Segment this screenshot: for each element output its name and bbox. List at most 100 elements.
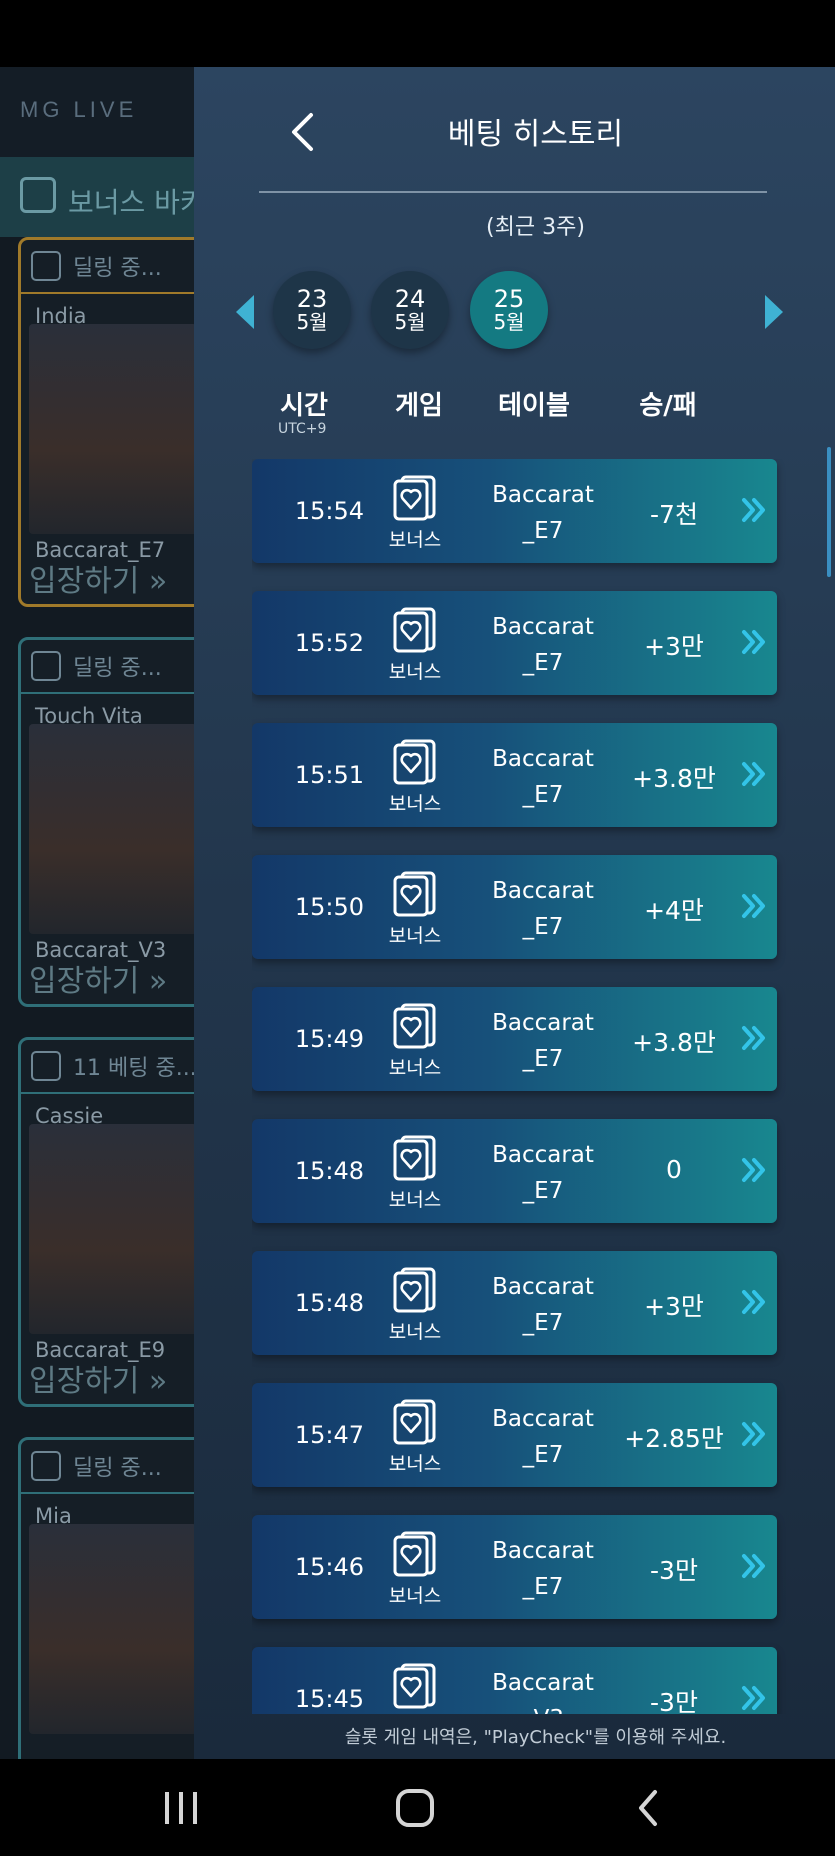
page-title: 베팅 히스토리	[447, 117, 624, 152]
row-result: -3만	[650, 1556, 698, 1585]
row-result: +2.85만	[624, 1424, 724, 1453]
date-chip[interactable]: 25 5월	[470, 271, 548, 349]
card-status-text: 딜링 중...	[73, 256, 162, 281]
row-table: Baccarat _V3	[478, 1665, 608, 1714]
home-button[interactable]	[390, 1783, 440, 1833]
history-row[interactable]: 15:51 보너스 Baccarat _E7 +3.8만	[252, 723, 777, 827]
column-headers: 시간 UTC+9 게임 테이블 승/패	[194, 385, 835, 445]
bonus-card-icon	[393, 871, 436, 917]
enter-table-button[interactable]: 입장하기 »	[29, 1356, 167, 1400]
row-table: Baccarat _E7	[478, 1533, 608, 1605]
row-table: Baccarat _E7	[478, 1005, 608, 1077]
double-chevron-right-icon	[742, 1686, 765, 1710]
card-status-text: 딜링 중...	[73, 656, 162, 681]
title-divider	[259, 191, 767, 193]
header-game: 게임	[395, 391, 443, 421]
history-row[interactable]: 15:50 보너스 Baccarat _E7 +4만	[252, 855, 777, 959]
row-time: 15:50	[294, 893, 364, 921]
system-nav-bar	[0, 1759, 835, 1856]
row-table-suffix: _V3	[478, 1701, 608, 1714]
card-status-text: 11 베팅 중...	[73, 1056, 197, 1081]
row-table-suffix: _E7	[522, 1310, 564, 1336]
dealer-name: Cassie	[35, 1104, 104, 1128]
row-table-suffix: _E7	[522, 1442, 564, 1468]
date-day: 25	[493, 284, 525, 313]
row-table-suffix: _E7	[522, 914, 564, 940]
row-game: 보너스	[388, 925, 442, 947]
row-table-name: Baccarat	[492, 1010, 594, 1036]
double-chevron-right-icon	[742, 762, 765, 786]
row-table-name: Baccarat	[492, 1274, 594, 1300]
row-table-name: Baccarat	[492, 482, 594, 508]
lobby-category-tab[interactable]: 보너스 바카	[0, 157, 206, 237]
row-table-suffix: _E7	[522, 1178, 564, 1204]
row-table-name: Baccarat	[492, 878, 594, 904]
history-list[interactable]: 15:54 보너스 Baccarat _E7 -7천 15:52 보너스 Baccarat _E…	[252, 459, 792, 1714]
bonus-card-icon	[393, 1531, 436, 1577]
bonus-card-icon	[393, 607, 436, 653]
card-status-text: 딜링 중...	[73, 1456, 162, 1481]
date-prev-arrow-icon[interactable]	[236, 295, 254, 329]
row-table-suffix: _E7	[522, 518, 564, 544]
row-table: Baccarat _E7	[478, 609, 608, 681]
card-status-icon	[31, 251, 61, 281]
enter-table-button[interactable]: 입장하기 »	[29, 556, 167, 600]
row-table: Baccarat _E7	[478, 873, 608, 945]
row-table-name: Baccarat	[492, 1538, 594, 1564]
row-table: Baccarat _E7	[478, 1137, 608, 1209]
date-next-arrow-icon[interactable]	[765, 295, 783, 329]
lobby-table-card[interactable]: 딜링 중... India Baccarat_E7 입장하기 »	[18, 237, 208, 607]
lobby-table-card[interactable]: 딜링 중...Mia베팅한도	[18, 1437, 208, 1759]
history-row[interactable]: 15:45 보너스 Baccarat _V3 -3만	[252, 1647, 777, 1714]
header-timezone: UTC+9	[278, 421, 327, 437]
row-time: 15:46	[294, 1553, 364, 1581]
double-chevron-right-icon	[742, 894, 765, 918]
bonus-card-icon	[393, 1135, 436, 1181]
bonus-card-icon	[393, 1399, 436, 1445]
row-table: Baccarat _E7	[478, 1269, 608, 1341]
dealer-name: India	[35, 304, 87, 328]
history-row[interactable]: 15:46 보너스 Baccarat _E7 -3만	[252, 1515, 777, 1619]
double-chevron-right-icon	[742, 1026, 765, 1050]
row-time: 15:48	[294, 1157, 364, 1185]
history-row[interactable]: 15:48 보너스 Baccarat _E7 +3만	[252, 1251, 777, 1355]
card-status: 딜링 중...	[21, 1440, 205, 1494]
row-game: 보너스	[388, 1585, 442, 1607]
history-row[interactable]: 15:54 보너스 Baccarat _E7 -7천	[252, 459, 777, 563]
row-result: +4만	[644, 896, 704, 925]
system-back-button[interactable]	[623, 1783, 673, 1833]
row-game: 보너스	[388, 793, 442, 815]
row-game: 보너스	[378, 1713, 452, 1714]
bonus-card-icon	[393, 739, 436, 785]
row-table: Baccarat _E7	[478, 477, 608, 549]
history-row[interactable]: 15:52 보너스 Baccarat _E7 +3만	[252, 591, 777, 695]
date-month: 5월	[394, 310, 426, 335]
double-chevron-right-icon	[742, 1422, 765, 1446]
date-chip[interactable]: 24 5월	[371, 271, 449, 349]
recent-apps-icon	[165, 1792, 197, 1824]
lobby-table-card[interactable]: 11 베팅 중... Cassie Baccarat_E9 입장하기 »	[18, 1037, 208, 1407]
row-game: 보너스	[388, 1189, 442, 1211]
row-time: 15:45	[294, 1685, 364, 1713]
back-arrow-icon	[639, 1790, 657, 1826]
row-time: 15:54	[294, 497, 364, 525]
recent-apps-button[interactable]	[156, 1783, 206, 1833]
row-game: 보너스	[388, 529, 442, 551]
history-row[interactable]: 15:49 보너스 Baccarat _E7 +3.8만	[252, 987, 777, 1091]
lobby-table-card[interactable]: 딜링 중... Touch Vita Baccarat_V3 입장하기 »	[18, 637, 208, 1007]
date-chip[interactable]: 23 5월	[273, 271, 351, 349]
row-table: Baccarat _E7	[478, 1401, 608, 1473]
list-scrollbar[interactable]	[827, 447, 831, 577]
card-status: 딜링 중...	[21, 240, 205, 294]
history-row[interactable]: 15:47 보너스 Baccarat _E7 +2.85만	[252, 1383, 777, 1487]
row-time: 15:52	[294, 629, 364, 657]
card-status-icon	[31, 651, 61, 681]
row-time: 15:49	[294, 1025, 364, 1053]
header-result: 승/패	[639, 391, 697, 421]
bonus-card-icon	[393, 475, 436, 521]
enter-table-button[interactable]: 입장하기 »	[29, 956, 167, 1000]
card-status: 11 베팅 중...	[21, 1040, 205, 1094]
row-result: 0	[666, 1155, 682, 1184]
home-icon	[396, 1789, 434, 1827]
history-row[interactable]: 15:48 보너스 Baccarat _E7 0	[252, 1119, 777, 1223]
